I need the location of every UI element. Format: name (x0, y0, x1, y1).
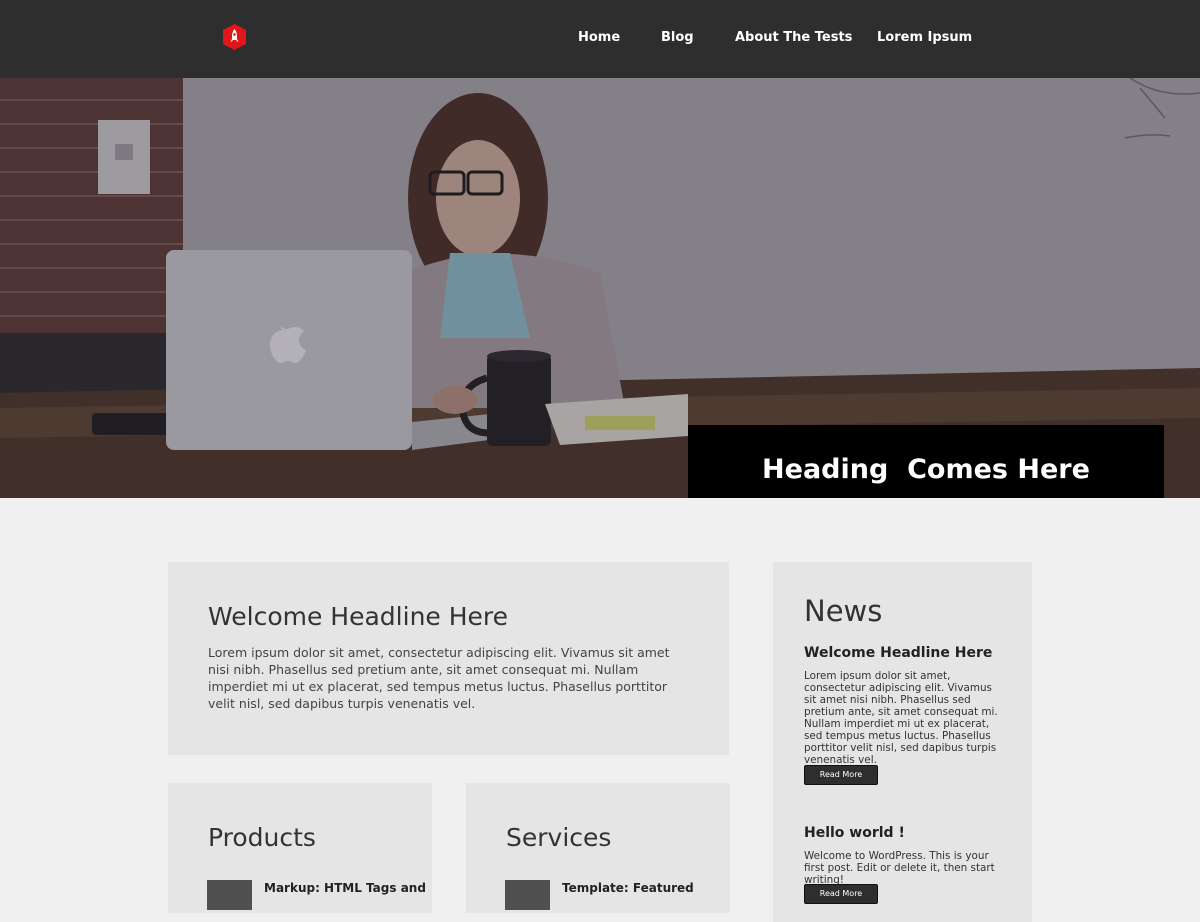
products-title: Products (208, 823, 316, 852)
service-item-title[interactable]: Template: Featured (562, 881, 694, 895)
welcome-headline: Welcome Headline Here (208, 602, 509, 631)
site-header: Home Blog About The Tests Lorem Ipsum (0, 0, 1200, 78)
read-more-button[interactable]: Read More (804, 765, 878, 785)
services-section: Services Template: Featured (466, 783, 730, 913)
news-post-title[interactable]: Welcome Headline Here (804, 645, 992, 661)
news-sidebar: News Welcome Headline Here Lorem ipsum d… (773, 562, 1032, 922)
products-section: Products Markup: HTML Tags and (168, 783, 432, 913)
product-thumbnail[interactable] (207, 880, 252, 910)
read-more-button[interactable]: Read More (804, 884, 878, 904)
hero-heading-box: Heading Comes Here (688, 425, 1164, 498)
welcome-body: Lorem ipsum dolor sit amet, consectetur … (208, 645, 670, 711)
news-post-excerpt: Welcome to WordPress. This is your first… (804, 850, 995, 886)
services-title: Services (506, 823, 612, 852)
news-post-title[interactable]: Hello world ! (804, 825, 905, 841)
nav-item-home[interactable]: Home (578, 30, 620, 45)
welcome-section: Welcome Headline Here Lorem ipsum dolor … (168, 562, 729, 755)
nav-item-blog[interactable]: Blog (661, 30, 694, 45)
main-nav: Home Blog About The Tests Lorem Ipsum (0, 0, 1200, 78)
nav-item-about-the-tests[interactable]: About The Tests (735, 30, 852, 45)
news-post-excerpt: Lorem ipsum dolor sit amet, consectetur … (804, 670, 998, 766)
hero-heading: Heading Comes Here (762, 454, 1090, 485)
product-item-title[interactable]: Markup: HTML Tags and (264, 881, 426, 895)
service-thumbnail[interactable] (505, 880, 550, 910)
nav-item-lorem-ipsum[interactable]: Lorem Ipsum (877, 30, 972, 45)
news-title: News (804, 594, 883, 628)
hero-banner: Heading Comes Here (0, 78, 1200, 498)
